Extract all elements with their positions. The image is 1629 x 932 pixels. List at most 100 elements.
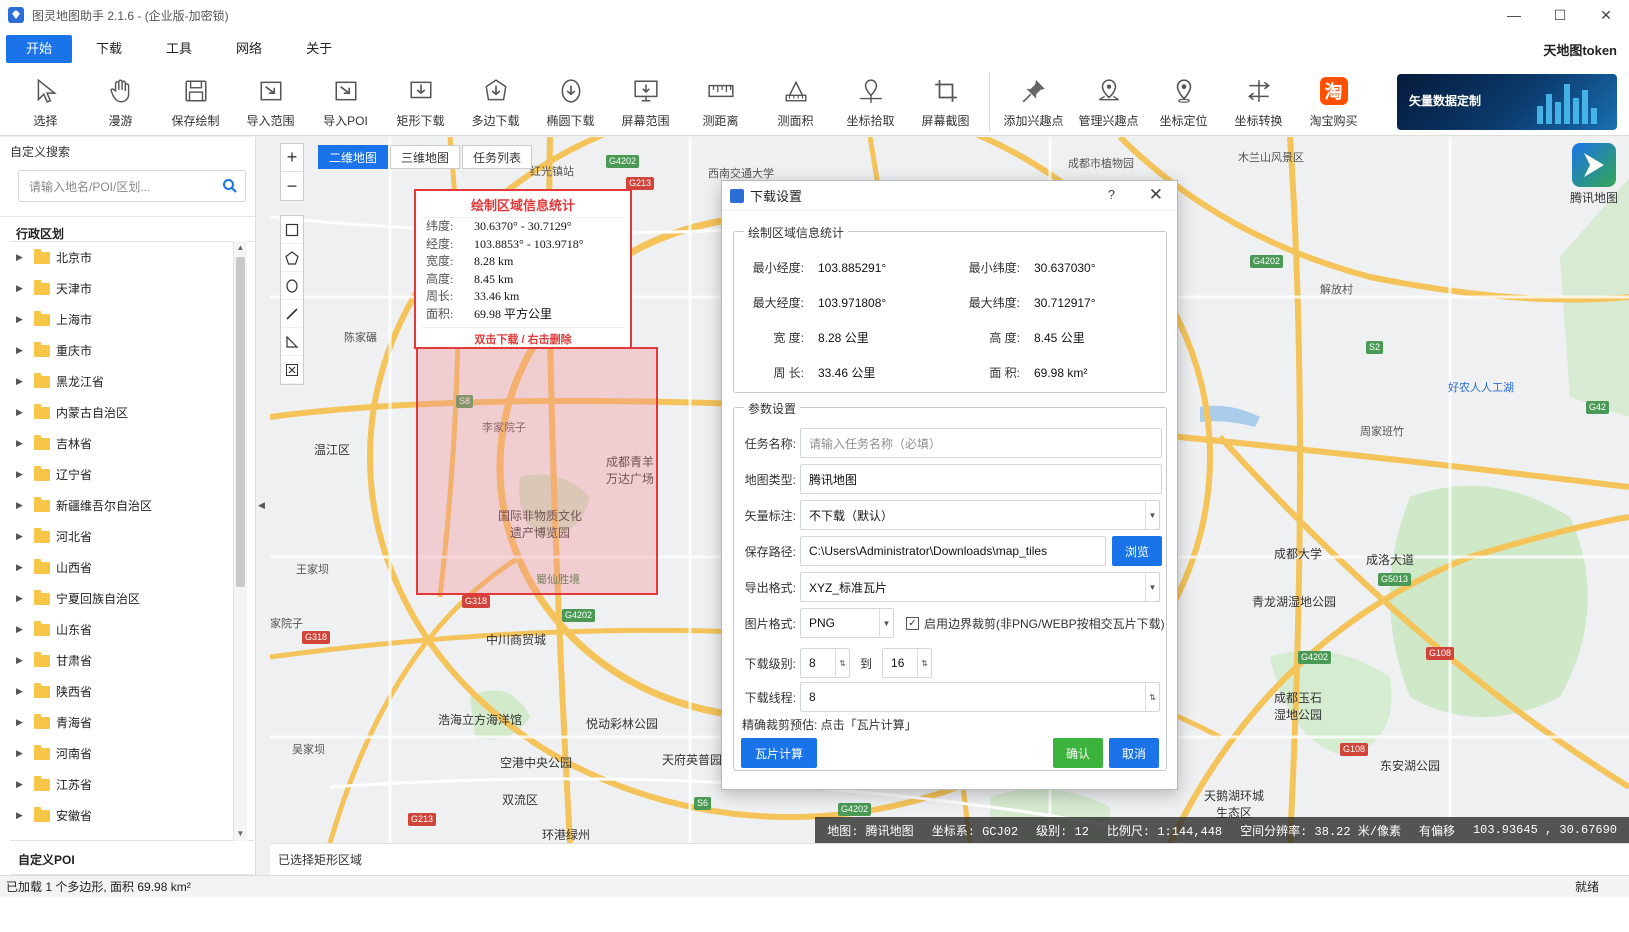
stepper-arrows-icon[interactable]: ⇅ xyxy=(1145,683,1159,711)
tool-pan[interactable]: 漫游 xyxy=(83,68,158,136)
tool-polygon-download[interactable]: 多边下载 xyxy=(458,68,533,136)
expand-arrow-icon[interactable]: ▶ xyxy=(16,283,28,294)
measure-area-icon[interactable] xyxy=(281,328,303,356)
scroll-down-arrow-icon[interactable]: ▼ xyxy=(234,827,247,841)
tool-import-poi[interactable]: 导入POI xyxy=(308,68,383,136)
expand-arrow-icon[interactable]: ▶ xyxy=(16,624,28,635)
dropdown-arrow-icon[interactable]: ▼ xyxy=(1145,501,1159,529)
draw-rect-icon[interactable] xyxy=(281,216,303,244)
save-path-input[interactable]: C:\Users\Administrator\Downloads\map_til… xyxy=(800,536,1106,566)
maximize-button[interactable]: ☐ xyxy=(1537,0,1583,30)
cancel-button[interactable]: 取消 xyxy=(1109,738,1159,768)
region-tree-scrollbar[interactable]: ▲ ▼ xyxy=(233,241,247,841)
tool-add-poi[interactable]: 添加兴趣点 xyxy=(996,68,1071,136)
tool-taobao[interactable]: 淘 淘宝购买 xyxy=(1296,68,1371,136)
draw-line-icon[interactable] xyxy=(281,300,303,328)
tool-rect-download[interactable]: 矩形下载 xyxy=(383,68,458,136)
tab-2d-map[interactable]: 二维地图 xyxy=(318,145,389,169)
expand-arrow-icon[interactable]: ▶ xyxy=(16,314,28,325)
clip-boundary-checkbox[interactable]: ✓ xyxy=(906,616,919,630)
task-name-input[interactable]: 请输入任务名称（必填） xyxy=(800,428,1162,458)
expand-arrow-icon[interactable]: ▶ xyxy=(16,469,28,480)
image-format-select[interactable]: PNG ▼ xyxy=(800,608,894,638)
help-button[interactable]: ? xyxy=(1108,187,1115,202)
confirm-button[interactable]: 确认 xyxy=(1053,738,1103,768)
tool-save-drawing[interactable]: 保存绘制 xyxy=(158,68,233,136)
map-type-field[interactable]: 腾讯地图 xyxy=(800,464,1162,494)
level-from-stepper[interactable]: 8 ⇅ xyxy=(800,648,850,678)
menu-tab-network[interactable]: 网络 xyxy=(216,35,282,63)
tool-measure-distance[interactable]: 测距离 xyxy=(683,68,758,136)
tree-item-region[interactable]: ▶ 天津市 xyxy=(10,273,254,304)
tool-ellipse-download[interactable]: 椭圆下载 xyxy=(533,68,608,136)
zoom-in-button[interactable]: + xyxy=(281,144,303,172)
tree-item-region[interactable]: ▶ 安徽省 xyxy=(10,800,254,831)
tool-screenshot[interactable]: 屏幕截图 xyxy=(908,68,983,136)
collapse-panel-arrow-icon[interactable]: ◀ xyxy=(258,500,268,512)
browse-button[interactable]: 浏览 xyxy=(1112,536,1162,566)
dialog-header[interactable]: 下载设置 ? ✕ xyxy=(722,181,1177,211)
tab-task-list[interactable]: 任务列表 xyxy=(462,145,533,169)
tree-item-region[interactable]: ▶ 上海市 xyxy=(10,304,254,335)
tree-item-region[interactable]: ▶ 江苏省 xyxy=(10,769,254,800)
dropdown-arrow-icon[interactable]: ▼ xyxy=(879,609,893,637)
scroll-thumb[interactable] xyxy=(236,257,245,587)
tree-item-region[interactable]: ▶ 山西省 xyxy=(10,552,254,583)
menu-tab-about[interactable]: 关于 xyxy=(286,35,352,63)
expand-arrow-icon[interactable]: ▶ xyxy=(16,531,28,542)
threads-stepper[interactable]: 8 ⇅ xyxy=(800,682,1160,712)
tool-locate[interactable]: 坐标定位 xyxy=(1146,68,1221,136)
expand-arrow-icon[interactable]: ▶ xyxy=(16,748,28,759)
tab-3d-map[interactable]: 三维地图 xyxy=(390,145,461,169)
close-window-button[interactable]: ✕ xyxy=(1583,0,1629,30)
vector-data-ad-banner[interactable]: 矢量数据定制 xyxy=(1397,74,1617,130)
scroll-up-arrow-icon[interactable]: ▲ xyxy=(234,241,247,255)
menu-tab-start[interactable]: 开始 xyxy=(6,35,73,63)
expand-arrow-icon[interactable]: ▶ xyxy=(16,562,28,573)
draw-polygon-icon[interactable] xyxy=(281,244,303,272)
vector-label-select[interactable]: 不下载（默认） ▼ xyxy=(800,500,1160,530)
tree-item-region[interactable]: ▶ 重庆市 xyxy=(10,335,254,366)
tool-screen-range[interactable]: 屏幕范围 xyxy=(608,68,683,136)
tree-item-region[interactable]: ▶ 河北省 xyxy=(10,521,254,552)
tool-convert[interactable]: 坐标转换 xyxy=(1221,68,1296,136)
tree-item-region[interactable]: ▶ 甘肃省 xyxy=(10,645,254,676)
expand-arrow-icon[interactable]: ▶ xyxy=(16,407,28,418)
expand-arrow-icon[interactable]: ▶ xyxy=(16,500,28,511)
search-icon[interactable] xyxy=(215,178,245,194)
close-dialog-button[interactable]: ✕ xyxy=(1149,185,1163,205)
tree-item-region[interactable]: ▶ 内蒙古自治区 xyxy=(10,397,254,428)
menu-tab-download[interactable]: 下载 xyxy=(76,35,142,63)
tile-calc-button[interactable]: 瓦片计算 xyxy=(741,738,817,768)
menu-tab-tools[interactable]: 工具 xyxy=(146,35,212,63)
tree-item-region[interactable]: ▶ 吉林省 xyxy=(10,428,254,459)
tree-item-region[interactable]: ▶ 北京市 xyxy=(10,242,254,273)
tree-item-region[interactable]: ▶ 新疆维吾尔自治区 xyxy=(10,490,254,521)
expand-arrow-icon[interactable]: ▶ xyxy=(16,686,28,697)
selected-region-rectangle[interactable] xyxy=(416,347,658,595)
expand-arrow-icon[interactable]: ▶ xyxy=(16,438,28,449)
tianditu-token-link[interactable]: 天地图token xyxy=(1543,40,1617,59)
export-format-select[interactable]: XYZ_标准瓦片 ▼ xyxy=(800,572,1160,602)
dropdown-arrow-icon[interactable]: ▼ xyxy=(1145,573,1159,601)
tool-import-range[interactable]: 导入范围 xyxy=(233,68,308,136)
expand-arrow-icon[interactable]: ▶ xyxy=(16,345,28,356)
stepper-arrows-icon[interactable]: ⇅ xyxy=(917,649,931,677)
tool-coord-pick[interactable]: 坐标拾取 xyxy=(833,68,908,136)
expand-arrow-icon[interactable]: ▶ xyxy=(16,655,28,666)
tree-item-region[interactable]: ▶ 河南省 xyxy=(10,738,254,769)
level-to-stepper[interactable]: 16 ⇅ xyxy=(882,648,933,678)
tool-manage-poi[interactable]: 管理兴趣点 xyxy=(1071,68,1146,136)
tree-item-region[interactable]: ▶ 宁夏回族自治区 xyxy=(10,583,254,614)
minimize-button[interactable]: — xyxy=(1491,0,1537,30)
stepper-arrows-icon[interactable]: ⇅ xyxy=(835,649,849,677)
tree-item-region[interactable]: ▶ 青海省 xyxy=(10,707,254,738)
tree-item-region[interactable]: ▶ 陕西省 xyxy=(10,676,254,707)
expand-arrow-icon[interactable]: ▶ xyxy=(16,810,28,821)
expand-arrow-icon[interactable]: ▶ xyxy=(16,252,28,263)
tree-item-region[interactable]: ▶ 黑龙江省 xyxy=(10,366,254,397)
tree-item-region[interactable]: ▶ 辽宁省 xyxy=(10,459,254,490)
search-input[interactable]: 请输入地名/POI/区划... xyxy=(18,170,246,202)
zoom-out-button[interactable]: − xyxy=(281,172,303,200)
tool-measure-area[interactable]: 测面积 xyxy=(758,68,833,136)
